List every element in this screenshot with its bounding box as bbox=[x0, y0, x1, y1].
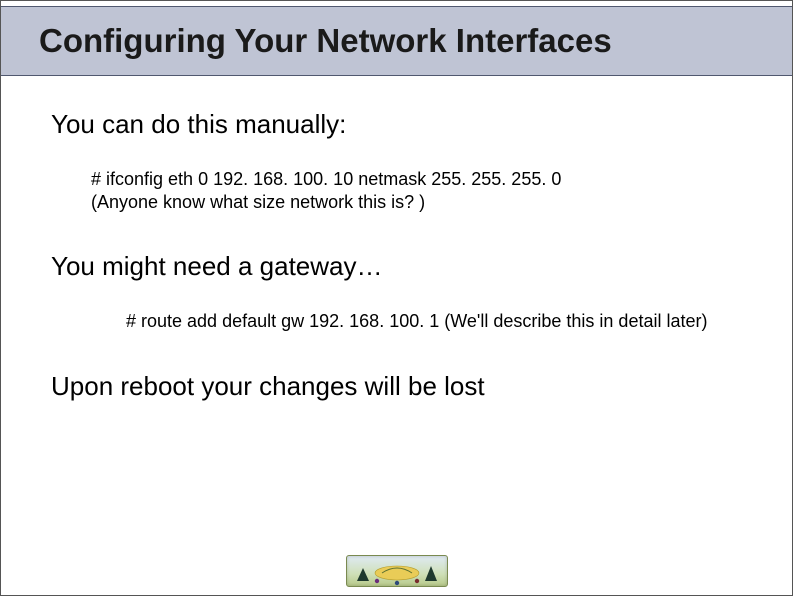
code-block-ifconfig: # ifconfig eth 0 192. 168. 100. 10 netma… bbox=[91, 168, 752, 213]
slide-title: Configuring Your Network Interfaces bbox=[39, 22, 612, 60]
heading-gateway: You might need a gateway… bbox=[51, 251, 752, 282]
heading-reboot: Upon reboot your changes will be lost bbox=[51, 371, 752, 402]
slide: Configuring Your Network Interfaces You … bbox=[0, 0, 793, 596]
code-line: # route add default gw 192. 168. 100. 1 bbox=[126, 311, 439, 331]
slide-content: You can do this manually: # ifconfig eth… bbox=[51, 109, 752, 402]
code-line: # ifconfig eth 0 192. 168. 100. 10 netma… bbox=[91, 168, 752, 191]
code-note: (Anyone know what size network this is? … bbox=[91, 191, 752, 214]
code-block-route: # route add default gw 192. 168. 100. 1 … bbox=[126, 310, 752, 333]
logo-icon bbox=[347, 556, 447, 586]
title-bar: Configuring Your Network Interfaces bbox=[1, 6, 792, 76]
code-note: (We'll describe this in detail later) bbox=[444, 311, 707, 331]
footer-logo bbox=[346, 555, 448, 587]
heading-manual: You can do this manually: bbox=[51, 109, 752, 140]
